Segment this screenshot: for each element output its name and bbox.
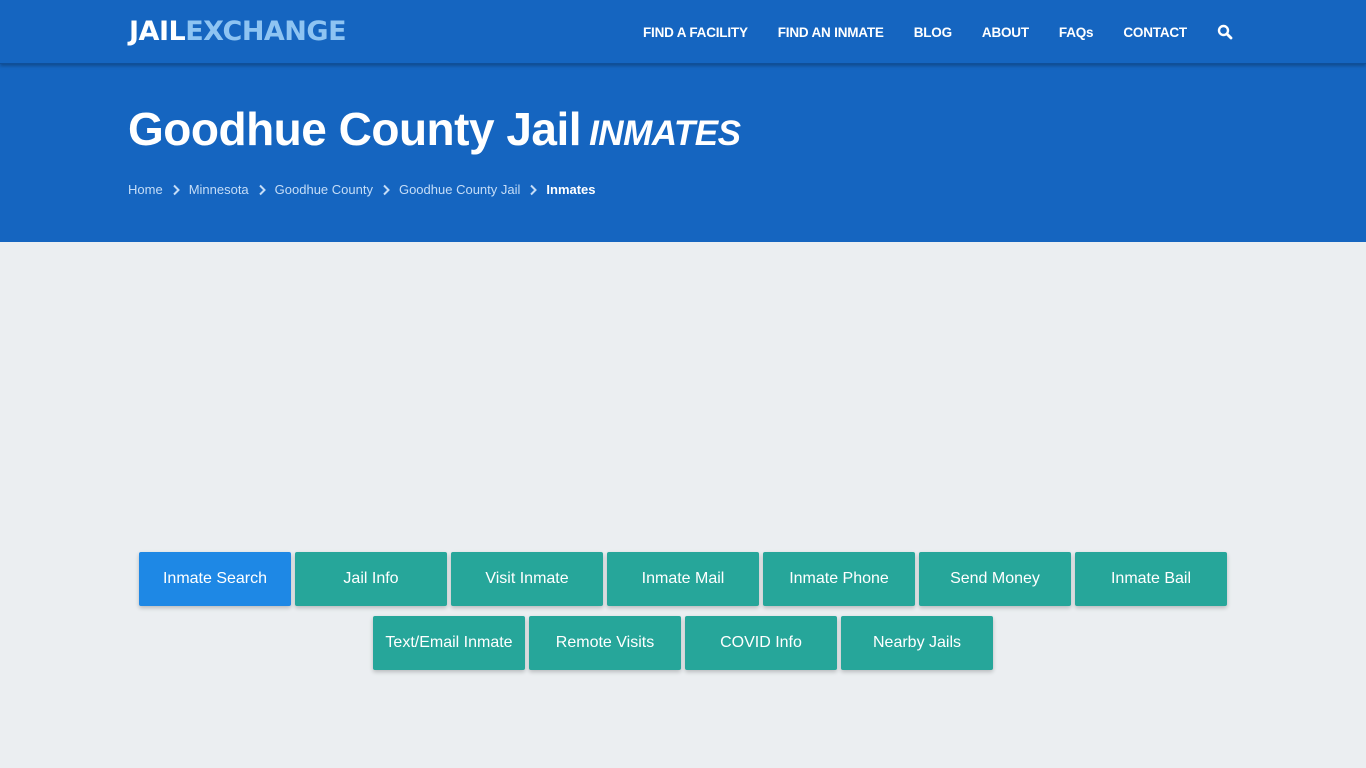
send-money-button[interactable]: Send Money — [919, 552, 1071, 606]
visit-inmate-button[interactable]: Visit Inmate — [451, 552, 603, 606]
nav-find-facility[interactable]: FIND A FACILITY — [643, 25, 748, 40]
nav-contact[interactable]: CONTACT — [1123, 25, 1187, 40]
breadcrumb-jail[interactable]: Goodhue County Jail — [399, 182, 520, 197]
hero-banner: Goodhue County Jail INMATES Home Minnesot… — [0, 64, 1366, 242]
inmate-search-button[interactable]: Inmate Search — [139, 552, 291, 606]
action-buttons-row-2: Text/Email Inmate Remote Visits COVID In… — [0, 616, 1366, 670]
logo[interactable]: JAILEXCHANGE — [129, 15, 347, 49]
inmate-bail-button[interactable]: Inmate Bail — [1075, 552, 1227, 606]
covid-info-button[interactable]: COVID Info — [685, 616, 837, 670]
chevron-right-icon — [382, 184, 390, 196]
page-title-main: Goodhue County Jail — [128, 103, 582, 155]
remote-visits-button[interactable]: Remote Visits — [529, 616, 681, 670]
jail-info-button[interactable]: Jail Info — [295, 552, 447, 606]
logo-jail-text: JAIL — [129, 16, 186, 47]
chevron-right-icon — [258, 184, 266, 196]
nav-find-inmate[interactable]: FIND AN INMATE — [778, 25, 884, 40]
logo-exchange-text: EXCHANGE — [185, 16, 347, 47]
inmate-mail-button[interactable]: Inmate Mail — [607, 552, 759, 606]
nearby-jails-button[interactable]: Nearby Jails — [841, 616, 993, 670]
breadcrumb: Home Minnesota Goodhue County Goodhue Co… — [128, 182, 596, 197]
page-title-sub: INMATES — [589, 114, 741, 153]
top-navbar: JAILEXCHANGE FIND A FACILITY FIND AN INM… — [0, 0, 1366, 64]
nav-blog[interactable]: BLOG — [914, 25, 952, 40]
chevron-right-icon — [172, 184, 180, 196]
breadcrumb-state[interactable]: Minnesota — [189, 182, 249, 197]
action-buttons-row-1: Inmate Search Jail Info Visit Inmate Inm… — [0, 552, 1366, 606]
text-email-inmate-button[interactable]: Text/Email Inmate — [373, 616, 525, 670]
main-nav: FIND A FACILITY FIND AN INMATE BLOG ABOU… — [643, 0, 1233, 64]
search-icon[interactable] — [1217, 24, 1233, 40]
breadcrumb-county[interactable]: Goodhue County — [275, 182, 373, 197]
chevron-right-icon — [529, 184, 538, 196]
breadcrumb-home[interactable]: Home — [128, 182, 163, 197]
nav-about[interactable]: ABOUT — [982, 25, 1029, 40]
nav-faqs[interactable]: FAQs — [1059, 25, 1094, 40]
page-title: Goodhue County Jail INMATES — [128, 102, 741, 156]
inmate-phone-button[interactable]: Inmate Phone — [763, 552, 915, 606]
breadcrumb-current: Inmates — [546, 182, 596, 197]
